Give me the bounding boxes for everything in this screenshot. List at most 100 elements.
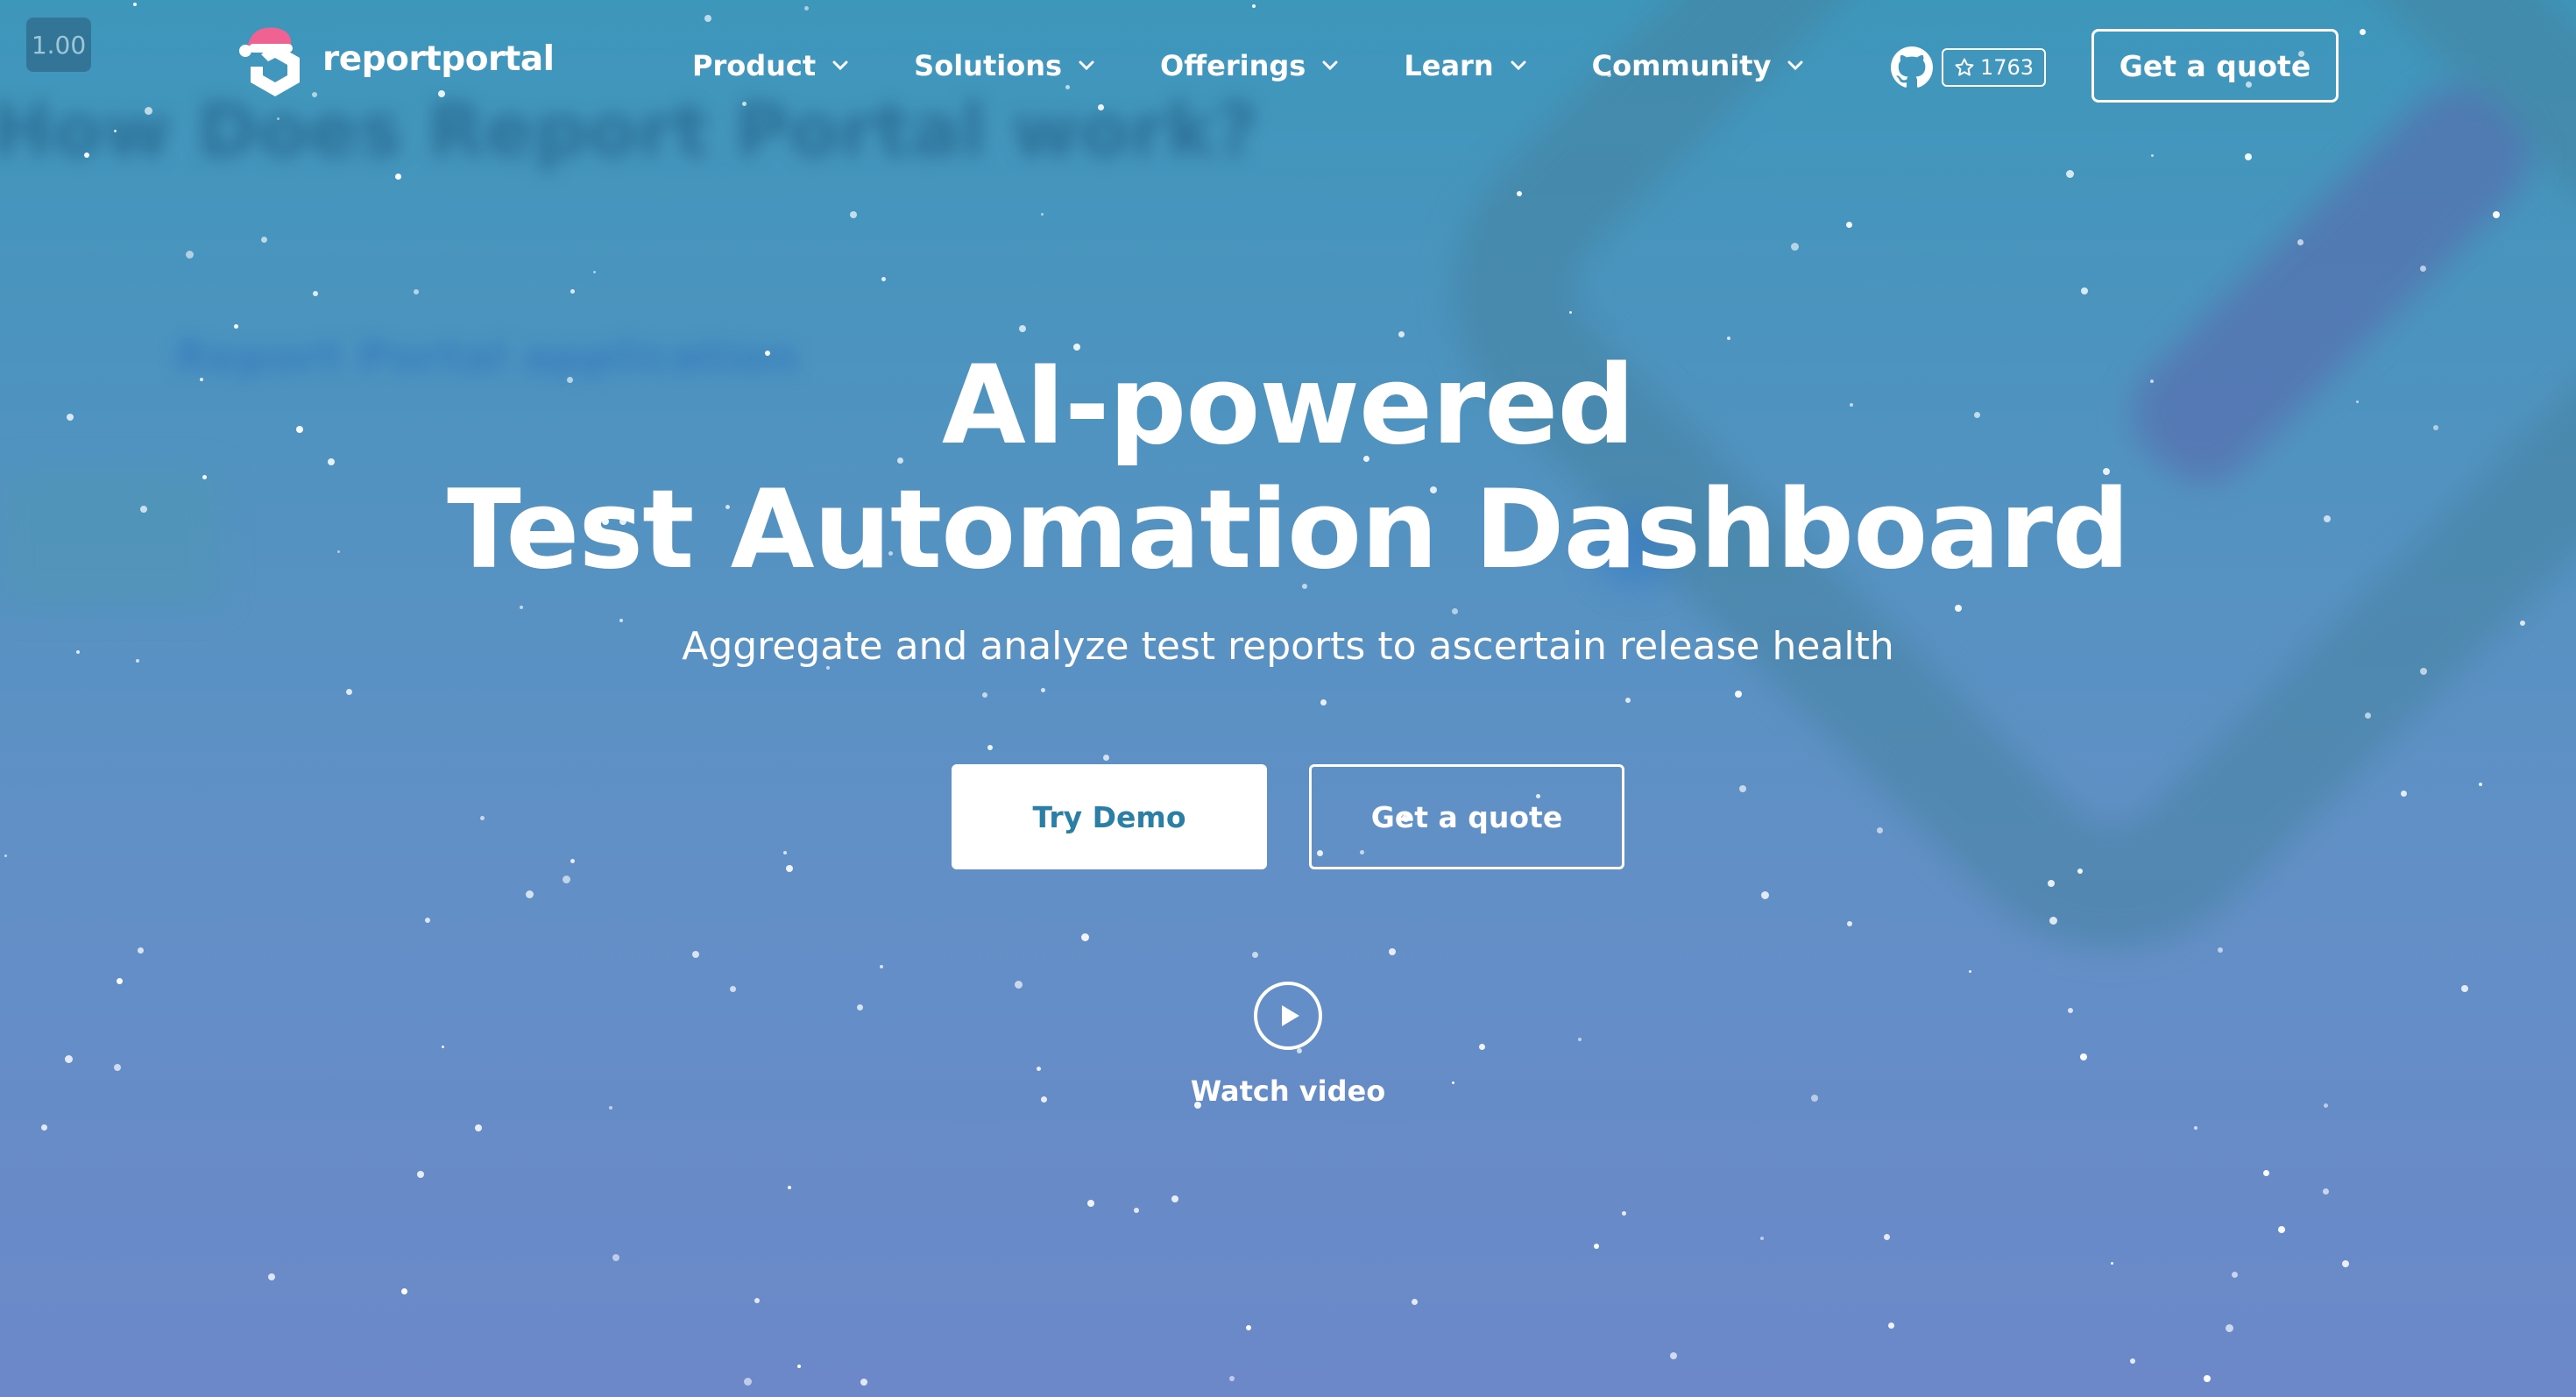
nav-offerings[interactable]: Offerings [1160, 49, 1339, 82]
hero-title-line1: AI-powered [941, 343, 1635, 469]
snowflake [2342, 1260, 2349, 1267]
snowflake [1398, 331, 1405, 337]
github-stars-link[interactable]: 1763 [1891, 44, 2047, 91]
github-star-number: 1763 [1980, 55, 2035, 80]
snowflake [982, 692, 987, 698]
chevron-down-icon [1322, 60, 1338, 71]
snowflake [2401, 791, 2407, 797]
snowflake [1735, 691, 1742, 698]
snowflake [268, 1273, 275, 1280]
snowflake [593, 271, 596, 273]
snowflake [346, 689, 352, 695]
snowflake [1761, 891, 1769, 899]
snowflake [84, 152, 89, 158]
snowflake [570, 289, 575, 294]
site-logo[interactable]: reportportal [237, 21, 555, 96]
snowflake [2420, 266, 2426, 272]
snowflake [609, 1106, 612, 1110]
chevron-down-icon [1079, 60, 1094, 71]
snowflake [2068, 1008, 2073, 1013]
header-get-quote-button[interactable]: Get a quote [2091, 29, 2339, 103]
snowflake [1171, 1195, 1178, 1202]
snowflake [783, 851, 787, 855]
snowflake [1389, 948, 1396, 955]
snowflake [475, 1124, 482, 1131]
snowflake [2066, 170, 2074, 178]
main-nav: Product Solutions Offerings Learn Commun… [692, 39, 1869, 92]
snowflake [1229, 1376, 1235, 1381]
snowflake [788, 1186, 791, 1189]
snowflake [2263, 1170, 2269, 1176]
snowflake [987, 745, 993, 750]
snowflake [1041, 688, 1045, 692]
snowflake [2204, 1375, 2211, 1382]
nav-community[interactable]: Community [1592, 49, 1805, 82]
snowflake [313, 291, 318, 296]
snowflake [1811, 1095, 1818, 1102]
hero-get-quote-button[interactable]: Get a quote [1309, 764, 1624, 869]
snowflake [442, 1046, 444, 1048]
snowflake [850, 211, 857, 218]
snowflake [1670, 1352, 1677, 1359]
logo-wordmark: reportportal [322, 39, 555, 79]
snowflake [2232, 1272, 2238, 1278]
snowflake [1015, 981, 1023, 989]
snowflake [65, 1055, 73, 1063]
snowflake [1955, 605, 1962, 612]
snowflake [570, 859, 575, 863]
snowflake [1884, 1234, 1890, 1240]
nav-product[interactable]: Product [692, 49, 849, 82]
snowflake [2365, 713, 2371, 719]
snowflake [526, 890, 534, 898]
github-star-count: 1763 [1942, 48, 2047, 87]
snowflake [857, 1004, 863, 1011]
snowflake [860, 1379, 867, 1386]
star-icon [1955, 58, 1974, 76]
snowflake [563, 876, 570, 883]
snowflake [612, 1254, 619, 1261]
chevron-down-icon [1511, 60, 1526, 71]
snowflake [2245, 153, 2252, 160]
try-demo-button[interactable]: Try Demo [952, 764, 1267, 869]
snowflake [2130, 1358, 2135, 1364]
snowflake [2278, 1226, 2285, 1233]
snowflake [1622, 1211, 1626, 1216]
snowflake [417, 1171, 424, 1178]
snowflake [2151, 154, 2154, 157]
snowflake [414, 289, 419, 294]
snowflake [692, 951, 699, 958]
snowflake [2048, 880, 2055, 887]
snowflake [730, 986, 736, 992]
snowflake [138, 947, 144, 954]
snowflake [1081, 933, 1089, 941]
nav-learn[interactable]: Learn [1404, 49, 1526, 82]
snowflake [2218, 947, 2223, 953]
nav-learn-label: Learn [1404, 49, 1494, 82]
snowflake [2493, 211, 2500, 218]
snowflake [41, 1124, 47, 1131]
snowflake [1452, 1081, 1454, 1084]
background-decoration: How Does Report Portal work? Report Port… [0, 0, 2576, 1397]
snowflake [1847, 921, 1852, 926]
snowflake [1037, 1067, 1041, 1071]
snowflake [2194, 1126, 2197, 1130]
snowflake [1479, 1044, 1485, 1050]
snowflake [2420, 668, 2427, 675]
snowflake [1888, 1323, 1894, 1329]
snowflake [1739, 785, 1746, 792]
nav-product-label: Product [692, 49, 817, 82]
hero-title: AI-powered Test Automation Dashboard [0, 344, 2576, 592]
snowflake [401, 1288, 407, 1294]
hero-subtitle: Aggregate and analyze test reports to as… [682, 624, 1894, 669]
hero-title-line2: Test Automation Dashboard [447, 467, 2130, 593]
snowflake [1103, 755, 1109, 761]
snowflake [1969, 970, 1971, 973]
nav-solutions[interactable]: Solutions [914, 49, 1095, 82]
snowflake [520, 606, 523, 609]
snowflake [1760, 1237, 1764, 1240]
snowflake [2226, 1324, 2233, 1332]
snowflake [2297, 239, 2304, 245]
watch-video-link[interactable]: Watch video [1157, 980, 1419, 1108]
snowflake [1134, 1208, 1139, 1213]
snowflake [2111, 1262, 2113, 1265]
